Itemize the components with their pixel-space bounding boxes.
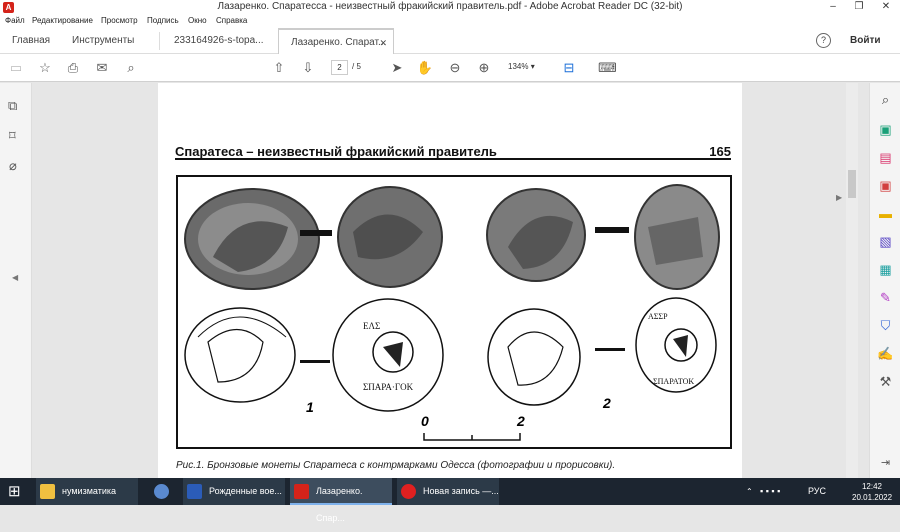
- taskbar-acrobat-label: Лазаренко. Спар...: [316, 486, 363, 523]
- page-up-icon[interactable]: ⇧: [270, 59, 288, 77]
- windows-start-icon[interactable]: ⊞: [8, 478, 21, 505]
- taskbar-word[interactable]: Рожденные вое...: [183, 478, 285, 505]
- tab-document-2-label: Лазаренко. Спарат...: [291, 37, 387, 48]
- tray-chevron-icon[interactable]: ⌃: [746, 478, 753, 505]
- scrollbar-thumb[interactable]: [848, 170, 856, 198]
- tab-document-2[interactable]: Лазаренко. Спарат... ✕: [278, 28, 394, 54]
- svg-text:ΣΠΑΡΑ·ΓΟΚ: ΣΠΑΡΑ·ΓΟΚ: [363, 382, 414, 392]
- fill-sign-icon[interactable]: ✎: [877, 289, 894, 306]
- taskbar-folder-label: нумизматика: [62, 486, 116, 496]
- find-icon[interactable]: ⌕: [122, 59, 140, 77]
- bookmark-star-icon[interactable]: ☆: [36, 59, 54, 77]
- tab-home[interactable]: Главная: [0, 28, 60, 54]
- acrobat-icon: [294, 484, 309, 499]
- clock-time: 12:42: [861, 482, 883, 491]
- print-icon[interactable]: ⎙: [64, 59, 82, 77]
- taskbar-folder[interactable]: нумизматика: [36, 478, 138, 505]
- window-title: Лазаренко. Спаратесса - неизвестный фрак…: [217, 1, 683, 12]
- help-icon[interactable]: ?: [816, 33, 831, 48]
- taskbar-browser-label: Новая запись —...: [423, 486, 499, 496]
- search-tools-icon[interactable]: ⌕: [877, 91, 894, 108]
- toolbar: ▭ ☆ ⎙ ✉ ⌕ ⇧ ⇩ / 5 ➤ ✋ ⊖ ⊕ 134% ▾ ⊟ ⌨: [0, 54, 900, 82]
- close-tab-icon[interactable]: ✕: [379, 30, 387, 56]
- taskbar-word-label: Рожденные вое...: [209, 486, 282, 496]
- coin-2-label: 2: [603, 395, 611, 411]
- left-nav-panel: ⧉ ⌑ ⌀ ◀: [0, 83, 32, 478]
- zoom-in-icon[interactable]: ⊕: [475, 59, 493, 77]
- svg-text:ΣΠΑΡΑΤΟΚ: ΣΠΑΡΑΤΟΚ: [653, 377, 694, 386]
- menu-window[interactable]: Окно: [188, 16, 207, 25]
- edit-pdf-icon[interactable]: ▤: [877, 149, 894, 166]
- globe-icon: [154, 484, 169, 499]
- taskbar-acrobat[interactable]: Лазаренко. Спар...: [290, 478, 392, 523]
- right-tools-panel: ⌕ ▣ ▤ ▣ ▬ ▧ ▦ ✎ ⛉ ✍ ⚒ ⇥: [869, 83, 900, 478]
- menu-file[interactable]: Файл: [5, 16, 25, 25]
- tray-icons[interactable]: ▪ ▪ ▪ ▪: [760, 478, 780, 505]
- more-tools-icon[interactable]: ⚒: [877, 373, 894, 390]
- word-icon: [187, 484, 202, 499]
- tab-bar: Главная Инструменты 233164926-s-topa... …: [0, 28, 900, 54]
- title-bar: A Лазаренко. Спаратесса - неизвестный фр…: [0, 0, 900, 15]
- create-pdf-icon[interactable]: ▣: [877, 121, 894, 138]
- collapse-right-icon[interactable]: ▶: [836, 193, 842, 202]
- export-pdf-icon[interactable]: ▣: [877, 177, 894, 194]
- vertical-scrollbar[interactable]: [846, 83, 858, 478]
- tab-document-1[interactable]: 233164926-s-topa...: [162, 28, 277, 54]
- figure-caption: Рис.1. Бронзовые монеты Спаратеса с конт…: [176, 460, 616, 471]
- tab-divider: [159, 32, 160, 50]
- organize-pages-icon[interactable]: ▦: [877, 261, 894, 278]
- send-for-signature-icon[interactable]: ✍: [877, 345, 894, 362]
- hand-tool-icon[interactable]: ✋: [416, 59, 434, 77]
- scale-zero-label: 0: [421, 413, 429, 429]
- coin-figure-illustration: ΣΠΑΡΑ·ΓΟΚ ΕΛΣ ΣΠΑΡΑΤΟΚ ΑΣΣΡ: [184, 184, 720, 441]
- comment-icon[interactable]: ▬: [877, 205, 894, 222]
- signin-button[interactable]: Войти: [850, 35, 881, 46]
- zoom-out-icon[interactable]: ⊖: [446, 59, 464, 77]
- menu-sign[interactable]: Подпись: [147, 16, 179, 25]
- yandex-browser-icon: [401, 484, 416, 499]
- clock-date: 20.01.2022: [852, 493, 893, 502]
- fit-page-icon[interactable]: ⊟: [560, 59, 578, 77]
- keyboard-icon[interactable]: ⌨: [598, 59, 617, 77]
- page-number-input[interactable]: 2: [331, 60, 348, 75]
- folder-icon: [40, 484, 55, 499]
- zoom-level[interactable]: 134% ▾: [508, 62, 535, 71]
- combine-files-icon[interactable]: ▧: [877, 233, 894, 250]
- zoom-value: 134%: [508, 62, 529, 71]
- attachments-icon[interactable]: ⌀: [9, 158, 17, 174]
- tab-tools[interactable]: Инструменты: [60, 28, 160, 54]
- maximize-button[interactable]: ❐: [846, 0, 872, 15]
- taskbar-app-globe[interactable]: [148, 478, 176, 505]
- save-icon[interactable]: ▭: [7, 59, 25, 77]
- page-total: / 5: [352, 62, 361, 71]
- taskbar-browser[interactable]: Новая запись —...: [397, 478, 499, 505]
- coin-1-label: 1: [306, 399, 314, 415]
- page-header-title: Спаратеса – неизвестный фракийский прави…: [175, 144, 497, 159]
- svg-text:ΑΣΣΡ: ΑΣΣΡ: [648, 312, 668, 321]
- bookmarks-icon[interactable]: ⌑: [9, 128, 16, 144]
- scale-two-label: 2: [517, 413, 525, 429]
- collapse-panel-icon[interactable]: ⇥: [877, 455, 894, 472]
- select-tool-icon[interactable]: ➤: [388, 59, 406, 77]
- coin-figure: ΣΠΑΡΑ·ΓΟΚ ΕΛΣ ΣΠΑΡΑΤΟΚ ΑΣΣΡ 1 2 0 2: [176, 175, 732, 449]
- close-button[interactable]: ✕: [873, 0, 899, 15]
- svg-text:ΕΛΣ: ΕΛΣ: [363, 321, 380, 331]
- menu-bar: Файл Редактирование Просмотр Подпись Окн…: [0, 15, 900, 28]
- menu-help[interactable]: Справка: [216, 16, 247, 25]
- menu-view[interactable]: Просмотр: [101, 16, 138, 25]
- page-thumbnails-icon[interactable]: ⧉: [8, 98, 17, 114]
- clock[interactable]: 12:42 20.01.2022: [852, 481, 892, 503]
- page-down-icon[interactable]: ⇩: [299, 59, 317, 77]
- page-number-label: 165: [709, 144, 731, 159]
- expand-left-icon[interactable]: ◀: [12, 273, 18, 282]
- menu-edit[interactable]: Редактирование: [32, 16, 93, 25]
- email-icon[interactable]: ✉: [93, 59, 111, 77]
- protect-icon[interactable]: ⛉: [877, 317, 894, 334]
- page-header: Спаратеса – неизвестный фракийский прави…: [175, 144, 731, 160]
- language-indicator[interactable]: РУС: [808, 478, 826, 505]
- windows-taskbar: ⊞ нумизматика Рожденные вое... Лазаренко…: [0, 478, 900, 523]
- minimize-button[interactable]: –: [820, 0, 846, 15]
